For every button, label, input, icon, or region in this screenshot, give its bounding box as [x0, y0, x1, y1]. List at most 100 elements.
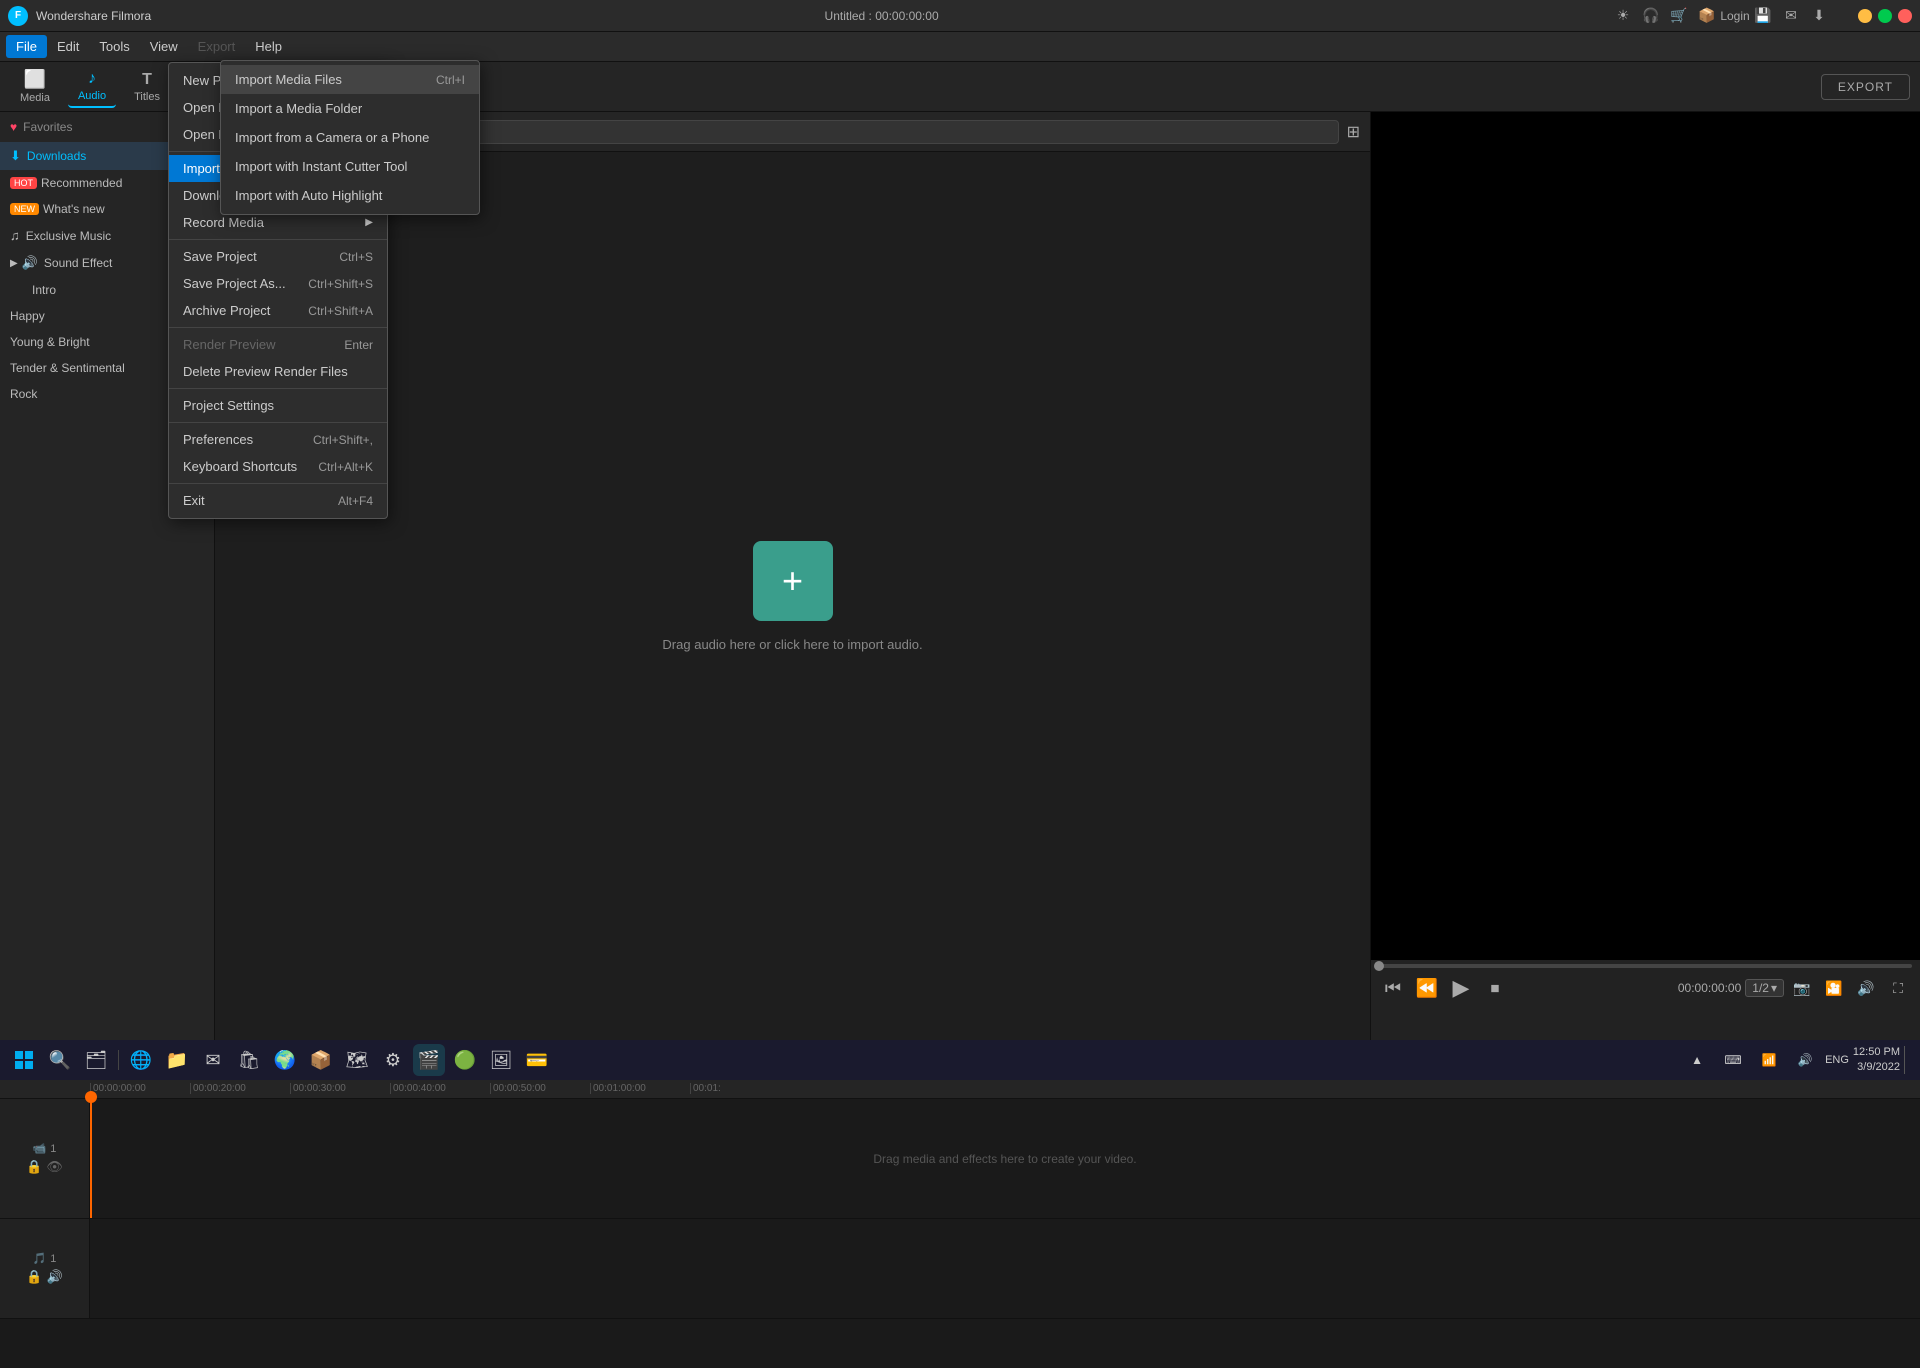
chrome-dev-icon[interactable]: 🟢	[449, 1044, 481, 1076]
headphone-icon[interactable]: 🎧	[1640, 5, 1662, 27]
settings-taskbar-icon[interactable]: ⚙	[377, 1044, 409, 1076]
keyboard-icon[interactable]: ⌨	[1717, 1044, 1749, 1076]
menu-archive-project[interactable]: Archive Project Ctrl+Shift+A	[169, 297, 387, 324]
submenu-import-camera[interactable]: Import from a Camera or a Phone	[221, 123, 479, 152]
save-cloud-icon[interactable]: 💾	[1752, 5, 1774, 27]
stop-button[interactable]: ⏹	[1481, 974, 1509, 1002]
menu-tools[interactable]: Tools	[89, 35, 139, 58]
volume-button[interactable]: 🔊	[1852, 974, 1880, 1002]
exit-shortcut: Alt+F4	[338, 494, 373, 508]
camera-button[interactable]: 🎦	[1820, 974, 1848, 1002]
chevron-right-icon: ▶	[10, 258, 18, 269]
login-button[interactable]: Login	[1724, 5, 1746, 27]
browser-icon[interactable]: 🌍	[269, 1044, 301, 1076]
lock-icon[interactable]: 🔒	[26, 1159, 42, 1175]
menu-divider-6	[169, 483, 387, 484]
audio-track-body[interactable]	[90, 1219, 1920, 1318]
keyboard-shortcuts-label: Keyboard Shortcuts	[183, 459, 297, 474]
close-button[interactable]	[1898, 9, 1912, 23]
windows-start-button[interactable]	[8, 1044, 40, 1076]
recommended-label: Recommended	[41, 176, 122, 190]
fullscreen-button[interactable]: ⛶	[1884, 974, 1912, 1002]
menu-keyboard-shortcuts[interactable]: Keyboard Shortcuts Ctrl+Alt+K	[169, 453, 387, 480]
tab-titles[interactable]: T Titles	[124, 67, 170, 107]
minimize-button[interactable]	[1858, 9, 1872, 23]
menu-exit[interactable]: Exit Alt+F4	[169, 487, 387, 514]
menu-project-settings[interactable]: Project Settings	[169, 392, 387, 419]
eye-icon[interactable]: 👁	[46, 1159, 63, 1175]
menu-help[interactable]: Help	[245, 35, 292, 58]
record-media-label: Record Media	[183, 215, 264, 230]
maximize-button[interactable]	[1878, 9, 1892, 23]
ruler-mark-3: 00:00:40:00	[390, 1083, 490, 1094]
box-icon[interactable]: 📦	[1696, 5, 1718, 27]
submenu-import-instant-cutter[interactable]: Import with Instant Cutter Tool	[221, 152, 479, 181]
export-button[interactable]: EXPORT	[1821, 74, 1910, 100]
submenu-import-files[interactable]: Import Media Files Ctrl+I	[221, 65, 479, 94]
playback-progress[interactable]	[1379, 964, 1912, 968]
menu-save-project[interactable]: Save Project Ctrl+S	[169, 243, 387, 270]
menu-export[interactable]: Export	[188, 35, 246, 58]
video-track-body[interactable]: Drag media and effects here to create yo…	[90, 1099, 1920, 1218]
snapshot-button[interactable]: 📷	[1788, 974, 1816, 1002]
wallet-icon[interactable]: 💳	[521, 1044, 553, 1076]
exclusive-music-label: Exclusive Music	[26, 229, 111, 243]
explorer-icon[interactable]: 📁	[161, 1044, 193, 1076]
play-button[interactable]: ▶	[1447, 974, 1475, 1002]
import-button[interactable]: +	[753, 541, 833, 621]
young-bright-label: Young & Bright	[10, 335, 90, 349]
chevron-up-icon[interactable]: ▲	[1681, 1044, 1713, 1076]
mail-icon[interactable]: ✉	[1780, 5, 1802, 27]
sun-icon[interactable]: ☀	[1612, 5, 1634, 27]
keyboard-shortcuts-shortcut: Ctrl+Alt+K	[318, 460, 373, 474]
network-icon[interactable]: 📶	[1753, 1044, 1785, 1076]
show-desktop-button[interactable]	[1904, 1046, 1912, 1074]
save-project-as-shortcut: Ctrl+Shift+S	[308, 277, 373, 291]
happy-label: Happy	[10, 309, 45, 323]
import-files-label: Import Media Files	[235, 72, 342, 87]
video-track-placeholder: Drag media and effects here to create yo…	[873, 1152, 1136, 1166]
menu-file[interactable]: File	[6, 35, 47, 58]
audio-volume-icon[interactable]: 🔊	[47, 1269, 63, 1285]
tab-media[interactable]: ⬜ Media	[10, 65, 60, 108]
sound-effect-label: Sound Effect	[44, 256, 113, 270]
download-icon[interactable]: ⬇	[1808, 5, 1830, 27]
mail-taskbar-icon[interactable]: ✉	[197, 1044, 229, 1076]
rewind-button[interactable]: ⏮	[1379, 974, 1407, 1002]
photo-icon[interactable]: 🖼	[485, 1044, 517, 1076]
preferences-label: Preferences	[183, 432, 253, 447]
playhead	[90, 1099, 92, 1218]
menu-edit[interactable]: Edit	[47, 35, 89, 58]
menu-save-project-as[interactable]: Save Project As... Ctrl+Shift+S	[169, 270, 387, 297]
dropbox-icon[interactable]: 📦	[305, 1044, 337, 1076]
volume-tray-icon[interactable]: 🔊	[1789, 1044, 1821, 1076]
task-view-icon[interactable]: 🗂	[80, 1044, 112, 1076]
maps-icon[interactable]: 🗺	[341, 1044, 373, 1076]
page-selector[interactable]: 1/2 ▾	[1745, 979, 1784, 997]
ruler-mark-5: 00:01:00:00	[590, 1083, 690, 1094]
store-icon[interactable]: 🛍	[233, 1044, 265, 1076]
downloads-label: Downloads	[27, 149, 86, 163]
menu-divider-2	[169, 239, 387, 240]
edge-icon[interactable]: 🌐	[125, 1044, 157, 1076]
menu-render-preview: Render Preview Enter	[169, 331, 387, 358]
grid-toggle-button[interactable]: ⊞	[1347, 122, 1360, 142]
tab-audio[interactable]: ♪ Audio	[68, 66, 116, 108]
menu-view[interactable]: View	[140, 35, 188, 58]
search-taskbar-icon[interactable]: 🔍	[44, 1044, 76, 1076]
audio-lock-icon[interactable]: 🔒	[26, 1269, 42, 1285]
submenu-import-auto-highlight[interactable]: Import with Auto Highlight	[221, 181, 479, 210]
sound-icon: 🔊	[22, 255, 38, 271]
menu-delete-preview-render[interactable]: Delete Preview Render Files	[169, 358, 387, 385]
exit-label: Exit	[183, 493, 205, 508]
ruler-mark-2: 00:00:30:00	[290, 1083, 390, 1094]
step-back-button[interactable]: ⏪	[1413, 974, 1441, 1002]
audio-track-header: 🎵 1 🔒 🔊	[0, 1219, 90, 1318]
taskbar-clock[interactable]: 12:50 PM 3/9/2022	[1853, 1045, 1900, 1076]
menu-preferences[interactable]: Preferences Ctrl+Shift+,	[169, 426, 387, 453]
submenu-import-folder[interactable]: Import a Media Folder	[221, 94, 479, 123]
cart-icon[interactable]: 🛒	[1668, 5, 1690, 27]
transport-row: ⏮ ⏪ ▶ ⏹ 00:00:00:00 1/2 ▾ 📷 🎦 🔊 ⛶	[1379, 974, 1912, 1002]
filmora-taskbar-icon[interactable]: 🎬	[413, 1044, 445, 1076]
import-area: + Drag audio here or click here to impor…	[215, 152, 1370, 1040]
